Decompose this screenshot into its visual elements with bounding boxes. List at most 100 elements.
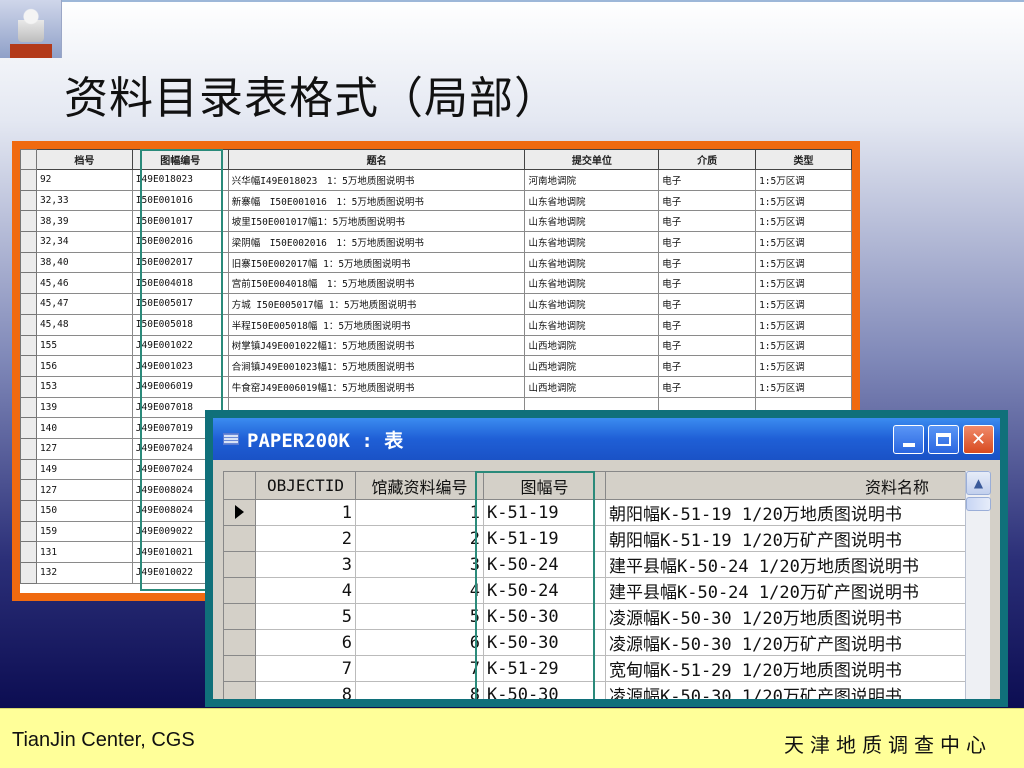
table-cell[interactable]: 方城 I50E005017幅 1：5万地质图说明书 [227, 293, 526, 315]
table-row[interactable]: 32,33 I50E001016 新寨幅 I50E001016 1：5万地质图说明书… [20, 189, 852, 212]
column-header[interactable]: 题名 [227, 149, 526, 170]
row-selector[interactable] [223, 499, 256, 526]
row-selector[interactable] [20, 210, 37, 233]
table-cell[interactable]: 1:5万区调 [755, 231, 852, 253]
table-row[interactable]: 3 3 K-50-24 建平县幅K-50-24 1/20万地质图说明书 [223, 551, 966, 578]
table-cell[interactable]: 7 [255, 655, 356, 682]
table-cell[interactable]: 兴华幅I49E018023 1：5万地质图说明书 [227, 169, 526, 191]
row-selector[interactable] [20, 500, 37, 522]
vertical-scrollbar[interactable]: ▲ [965, 471, 991, 699]
table-cell[interactable]: 159 [35, 520, 133, 543]
column-header[interactable]: 图幅编号 [131, 149, 229, 170]
table-cell[interactable]: 1:5万区调 [755, 334, 852, 357]
column-header[interactable]: OBJECTID [255, 471, 356, 500]
table-row[interactable]: 156 J49E001023 合涧镇J49E001023幅1：5万地质图说明书 山西地… [20, 355, 852, 377]
table-cell[interactable]: 朝阳幅K-51-19 1/20万地质图说明书 [605, 499, 966, 526]
table-cell[interactable]: K-50-30 [483, 603, 606, 630]
row-selector[interactable] [20, 272, 37, 295]
table-cell[interactable]: 电子 [658, 293, 757, 315]
table-cell[interactable]: K-51-19 [483, 499, 606, 526]
table-cell[interactable]: 1:5万区调 [755, 293, 852, 315]
table-cell[interactable]: 45,47 [35, 293, 133, 315]
table-row[interactable]: 45,48 I50E005018 半程I50E005018幅 1：5万地质图说明书山… [20, 313, 852, 336]
table-cell[interactable]: 4 [355, 577, 484, 604]
row-selector[interactable] [223, 681, 256, 699]
table-cell[interactable]: 7 [355, 655, 484, 682]
table-cell[interactable]: 梁阴幅 I50E002016 1：5万地质图说明书 [227, 231, 526, 253]
column-header[interactable]: 提交单位 [524, 149, 660, 170]
table-cell[interactable]: 2 [255, 525, 356, 552]
table-cell[interactable]: I50E002016 [131, 231, 229, 253]
table-cell[interactable]: 156 [35, 355, 133, 377]
table-cell[interactable]: 8 [355, 681, 484, 699]
table-cell[interactable]: 1 [255, 499, 356, 526]
table-cell[interactable]: 32,33 [35, 189, 133, 212]
row-selector[interactable] [20, 437, 37, 460]
table-cell[interactable]: 山东省地调院 [524, 231, 660, 253]
table-cell[interactable]: 坡里I50E001017幅1：5万地质图说明书 [227, 210, 526, 233]
row-selector[interactable] [223, 577, 256, 604]
row-selector[interactable] [20, 251, 37, 274]
row-selector[interactable] [223, 603, 256, 630]
table-cell[interactable]: 32,34 [35, 231, 133, 253]
table-row[interactable]: 45,46 I50E004018 宫前I50E004018幅 1：5万地质图说明书山… [20, 272, 852, 295]
row-selector[interactable] [20, 169, 37, 191]
table-cell[interactable]: 凌源幅K-50-30 1/20万矿产图说明书 [605, 681, 966, 699]
minimize-button[interactable] [893, 425, 924, 454]
table-cell[interactable]: 127 [35, 437, 133, 460]
table-cell[interactable]: 4 [255, 577, 356, 604]
table-cell[interactable]: 132 [35, 562, 133, 584]
table-row[interactable]: 6 6 K-50-30 凌源幅K-50-30 1/20万矿产图说明书 [223, 629, 966, 656]
table-cell[interactable]: 山东省地调院 [524, 313, 660, 336]
table-row[interactable]: 92 I49E018023 兴华幅I49E018023 1：5万地质图说明书 河南地调… [20, 169, 852, 191]
row-selector[interactable] [20, 375, 37, 398]
table-cell[interactable]: 45,46 [35, 272, 133, 295]
table-cell[interactable]: 6 [255, 629, 356, 656]
row-selector[interactable] [20, 189, 37, 212]
table-cell[interactable]: I50E002017 [131, 251, 229, 274]
table-cell[interactable]: 1:5万区调 [755, 189, 852, 212]
row-selector[interactable] [20, 479, 37, 501]
row-selector[interactable] [20, 396, 37, 419]
row-selector[interactable] [223, 655, 256, 682]
table-cell[interactable]: 1:5万区调 [755, 313, 852, 336]
table-cell[interactable]: I49E018023 [131, 169, 229, 191]
table-cell[interactable]: 山西地调院 [524, 355, 660, 377]
row-selector[interactable] [20, 231, 37, 253]
row-selector[interactable] [20, 562, 37, 584]
table-row[interactable]: 38,40 I50E002017 旧寨I50E002017幅 1：5万地质图说明书山… [20, 251, 852, 274]
table-cell[interactable]: I50E005018 [131, 313, 229, 336]
table-cell[interactable]: K-50-24 [483, 577, 606, 604]
column-header[interactable]: 档号 [35, 149, 133, 170]
table-cell[interactable]: 127 [35, 479, 133, 501]
row-selector[interactable] [20, 520, 37, 543]
table-cell[interactable]: 宫前I50E004018幅 1：5万地质图说明书 [227, 272, 526, 295]
table-row[interactable]: 1 1 K-51-19 朝阳幅K-51-19 1/20万地质图说明书 [223, 499, 966, 526]
table-cell[interactable]: 河南地调院 [524, 169, 660, 191]
table-cell[interactable]: J49E001022 [131, 334, 229, 357]
row-selector[interactable] [20, 355, 37, 377]
table-row[interactable]: 7 7 K-51-29 宽甸幅K-51-29 1/20万地质图说明书 [223, 655, 966, 682]
table-cell[interactable]: 2 [355, 525, 484, 552]
table-cell[interactable]: K-50-24 [483, 551, 606, 578]
table-cell[interactable]: 新寨幅 I50E001016 1：5万地质图说明书 [227, 189, 526, 212]
table-row[interactable]: 4 4 K-50-24 建平县幅K-50-24 1/20万矿产图说明书 [223, 577, 966, 604]
table-cell[interactable]: J49E006019 [131, 375, 229, 398]
table-cell[interactable]: 150 [35, 500, 133, 522]
row-selector[interactable] [223, 525, 256, 552]
table-cell[interactable]: 电子 [658, 375, 757, 398]
row-selector[interactable] [20, 541, 37, 564]
table-cell[interactable]: I50E005017 [131, 293, 229, 315]
table-cell[interactable]: 38,40 [35, 251, 133, 274]
row-selector[interactable] [223, 629, 256, 656]
table-cell[interactable]: 1:5万区调 [755, 272, 852, 295]
table-cell[interactable]: 建平县幅K-50-24 1/20万矿产图说明书 [605, 577, 966, 604]
table-cell[interactable]: 38,39 [35, 210, 133, 233]
table-cell[interactable]: 合涧镇J49E001023幅1：5万地质图说明书 [227, 355, 526, 377]
table-cell[interactable]: 电子 [658, 251, 757, 274]
table-cell[interactable]: 宽甸幅K-51-29 1/20万地质图说明书 [605, 655, 966, 682]
table-cell[interactable]: 3 [355, 551, 484, 578]
row-selector[interactable] [20, 458, 37, 481]
table-cell[interactable]: 山西地调院 [524, 334, 660, 357]
table-cell[interactable]: 凌源幅K-50-30 1/20万矿产图说明书 [605, 629, 966, 656]
